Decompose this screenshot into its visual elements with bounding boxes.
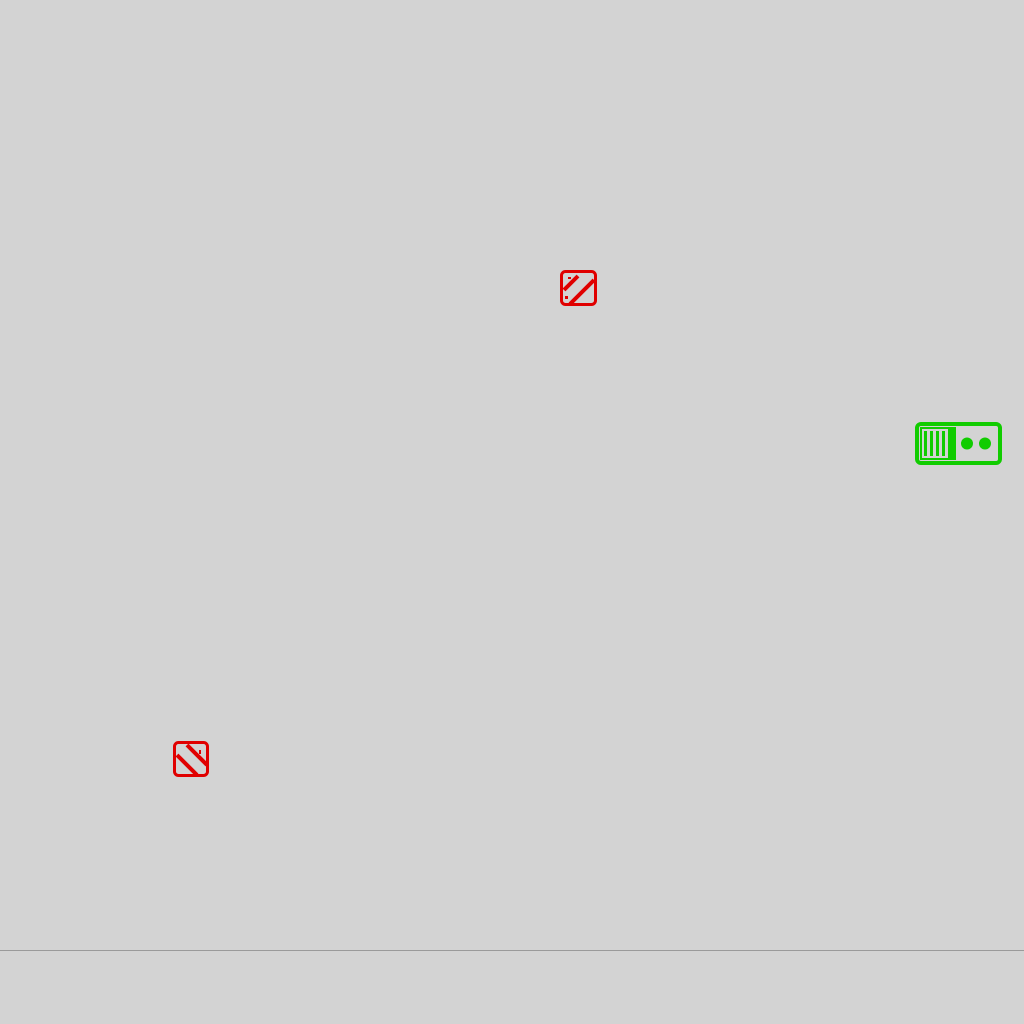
enemy-hazard-block — [560, 270, 597, 306]
player-tank — [915, 422, 1002, 465]
game-canvas[interactable] — [0, 0, 1024, 1024]
enemy-hazard-block — [173, 741, 209, 777]
ground-line — [0, 950, 1024, 951]
